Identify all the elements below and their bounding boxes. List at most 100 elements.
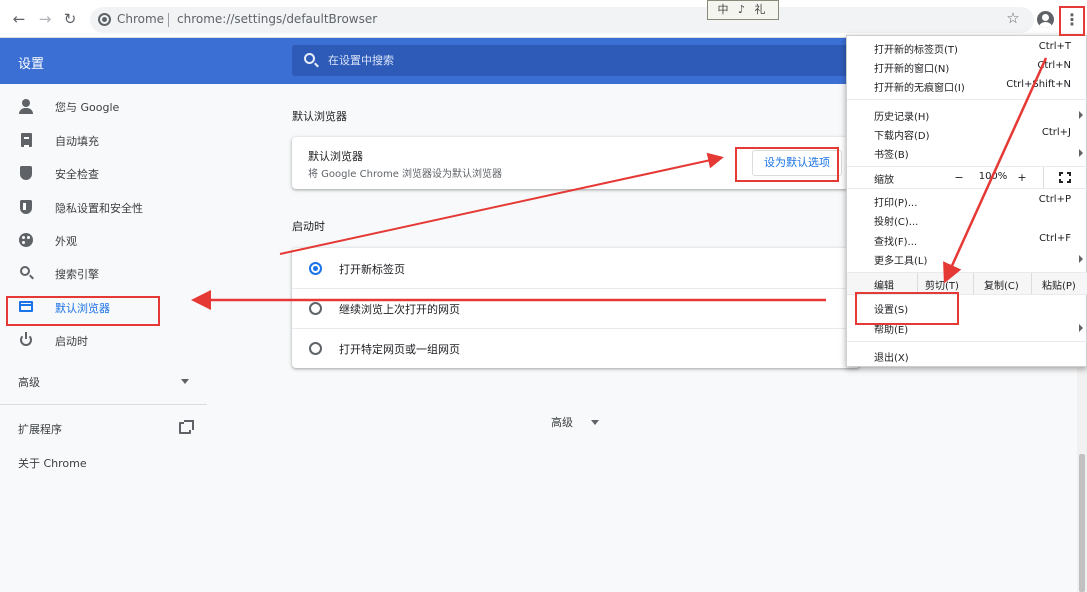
menu-divider (847, 99, 1087, 100)
radio-button[interactable] (309, 342, 322, 355)
open-external-icon[interactable] (179, 420, 194, 434)
default-browser-card-title: 默认浏览器 (308, 150, 363, 163)
sidebar-divider (0, 404, 207, 405)
menu-item-exit[interactable]: 退出(X) (874, 349, 909, 364)
menu-divider (847, 272, 1087, 273)
sidebar-item-label: 默认浏览器 (55, 302, 110, 315)
main-advanced-toggle[interactable]: 高级 (551, 414, 573, 430)
sidebar-item-autofill[interactable]: 自动填充 (0, 124, 205, 156)
menu-shortcut: Ctrl+Shift+N (1006, 79, 1071, 90)
sidebar-item-label: 外观 (55, 235, 77, 248)
ime-indicator: 中 ♪ 礼 (707, 0, 779, 20)
startup-card: 打开新标签页 继续浏览上次打开的网页 打开特定网页或一组网页 (292, 248, 860, 368)
profile-avatar-icon[interactable] (1037, 11, 1054, 28)
menu-zoom-label: 缩放 (874, 175, 894, 186)
sidebar-item-safety-check[interactable]: 安全检查 (0, 157, 205, 189)
clipboard-icon (19, 133, 33, 147)
shield-icon (19, 200, 33, 214)
edit-divider (917, 272, 918, 294)
submenu-arrow-icon (1079, 255, 1083, 263)
power-icon (19, 332, 33, 347)
palette-icon (19, 233, 33, 247)
menu-item-new-window[interactable]: 打开新的窗口(N) (874, 60, 949, 75)
edit-divider (1031, 272, 1032, 294)
shield-check-icon (19, 166, 33, 180)
paste-button[interactable]: 粘贴(P) (1042, 277, 1076, 292)
browser-icon (19, 300, 33, 314)
menu-divider (847, 188, 1087, 189)
menu-divider (847, 341, 1087, 342)
chrome-main-menu: 打开新的标签页(T) Ctrl+T 打开新的窗口(N) Ctrl+N 打开新的无… (846, 35, 1087, 367)
menu-item-print[interactable]: 打印(P)... (874, 194, 917, 209)
sidebar-item-label: 自动填充 (55, 135, 99, 148)
person-icon (19, 99, 33, 114)
back-arrow-icon[interactable]: ← (9, 9, 29, 29)
chevron-down-icon (181, 379, 189, 384)
menu-zoom-row: 缩放 − 100% + (847, 166, 1087, 188)
submenu-arrow-icon (1079, 324, 1083, 332)
sidebar-item-label: 启动时 (55, 335, 88, 348)
chevron-down-icon[interactable] (591, 420, 599, 425)
startup-option-label: 打开特定网页或一组网页 (339, 343, 460, 356)
scrollbar-thumb[interactable] (1079, 454, 1085, 592)
reload-icon[interactable]: ↻ (60, 9, 80, 29)
menu-item-downloads[interactable]: 下载内容(D) (874, 127, 930, 142)
default-browser-section-title: 默认浏览器 (292, 110, 347, 123)
sidebar-item-default-browser[interactable]: 默认浏览器 (0, 291, 205, 323)
sidebar-extensions-link[interactable]: 扩展程序 (18, 421, 62, 437)
radio-button-checked[interactable] (309, 262, 322, 275)
menu-item-history[interactable]: 历史记录(H) (874, 108, 929, 123)
startup-section-title: 启动时 (292, 220, 325, 233)
make-default-button[interactable]: 设为默认选项 (752, 150, 842, 176)
menu-item-more-tools[interactable]: 更多工具(L) (874, 252, 927, 267)
chrome-menu-button[interactable]: ⋮ (1061, 8, 1083, 34)
zoom-out-button[interactable]: − (949, 171, 969, 184)
settings-search[interactable] (292, 45, 852, 76)
sidebar-item-on-startup[interactable]: 启动时 (0, 324, 205, 356)
menu-item-bookmarks[interactable]: 书签(B) (874, 146, 909, 161)
sidebar-about-chrome[interactable]: 关于 Chrome (18, 455, 87, 471)
menu-item-settings[interactable]: 设置(S) (874, 301, 908, 316)
sidebar-item-search-engine[interactable]: 搜索引擎 (0, 257, 205, 289)
menu-edit-label: 编辑 (874, 281, 894, 292)
menu-shortcut: Ctrl+T (1038, 41, 1071, 52)
browser-toolbar: ← → ↻ Chrome chrome://settings/defaultBr… (0, 0, 1087, 38)
url-text[interactable]: chrome://settings/defaultBrowser (177, 12, 377, 26)
sidebar-advanced-toggle[interactable]: 高级 (0, 367, 205, 395)
sidebar-item-label: 搜索引擎 (55, 268, 99, 281)
menu-shortcut: Ctrl+P (1038, 194, 1071, 205)
menu-shortcut: Ctrl+J (1041, 127, 1071, 138)
search-input[interactable] (328, 51, 828, 70)
cut-button[interactable]: 剪切(T) (925, 277, 959, 292)
sidebar-advanced-label: 高级 (18, 376, 40, 389)
menu-item-help[interactable]: 帮助(E) (874, 321, 908, 336)
startup-option-label: 继续浏览上次打开的网页 (339, 303, 460, 316)
menu-item-incognito[interactable]: 打开新的无痕窗口(I) (874, 79, 965, 94)
zoom-in-button[interactable]: + (1012, 171, 1032, 184)
omnibox-separator (168, 13, 169, 27)
submenu-arrow-icon (1079, 149, 1083, 157)
default-browser-card-subtitle: 将 Google Chrome 浏览器设为默认浏览器 (308, 169, 503, 180)
fullscreen-icon[interactable] (1058, 171, 1072, 184)
sidebar-item-label: 隐私设置和安全性 (55, 202, 143, 215)
startup-option-specific-pages[interactable]: 打开特定网页或一组网页 (292, 328, 860, 368)
startup-option-label: 打开新标签页 (339, 263, 405, 276)
forward-arrow-icon[interactable]: → (35, 9, 55, 29)
address-bar[interactable]: Chrome chrome://settings/defaultBrowser (90, 7, 1034, 33)
radio-button[interactable] (309, 302, 322, 315)
edit-divider (973, 272, 974, 294)
sidebar-item-you-and-google[interactable]: 您与 Google (0, 90, 205, 122)
menu-divider (847, 294, 1087, 295)
menu-shortcut: Ctrl+F (1039, 233, 1071, 244)
sidebar-item-appearance[interactable]: 外观 (0, 224, 205, 256)
startup-option-new-tab[interactable]: 打开新标签页 (292, 248, 860, 288)
zoom-divider (1043, 166, 1044, 188)
startup-option-continue[interactable]: 继续浏览上次打开的网页 (292, 288, 860, 328)
menu-item-new-tab[interactable]: 打开新的标签页(T) (874, 41, 958, 56)
bookmark-star-icon[interactable]: ☆ (1004, 9, 1022, 27)
menu-item-cast[interactable]: 投射(C)... (874, 213, 918, 228)
menu-item-find[interactable]: 查找(F)... (874, 233, 917, 248)
copy-button[interactable]: 复制(C) (984, 277, 1019, 292)
sidebar-item-privacy[interactable]: 隐私设置和安全性 (0, 191, 205, 223)
zoom-level: 100% (978, 171, 1008, 182)
